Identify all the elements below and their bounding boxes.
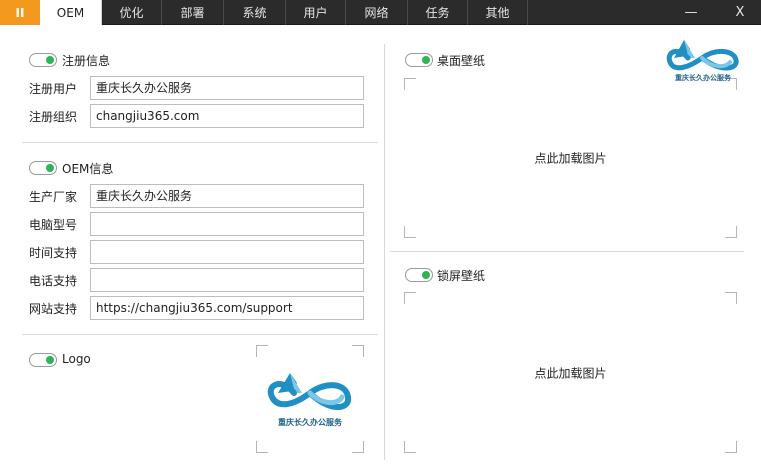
toggle-knob [422, 271, 430, 279]
support-phone-label: 电话支持 [29, 274, 78, 288]
registration-toggle[interactable] [29, 53, 57, 67]
logo-title: Logo [62, 352, 91, 366]
minimize-button[interactable]: — [676, 0, 706, 25]
logo-picker[interactable]: 重庆长久办公服务 [256, 345, 364, 453]
oem-title: OEM信息 [62, 162, 114, 176]
lock-wallpaper-title: 锁屏壁纸 [437, 269, 486, 283]
brand-logo-caption: 重庆长久办公服务 [675, 73, 732, 82]
tab-users[interactable]: 用户 [286, 0, 346, 25]
registered-org-label: 注册组织 [29, 110, 78, 124]
tab-tasks[interactable]: 任务 [408, 0, 468, 25]
toggle-knob [46, 56, 54, 64]
registered-user-field[interactable]: 重庆长久办公服务 [90, 76, 364, 100]
divider [390, 251, 744, 252]
manufacturer-field[interactable]: 重庆长久办公服务 [90, 184, 364, 208]
desktop-wallpaper-toggle[interactable] [405, 53, 433, 67]
registered-org-field[interactable]: changjiu365.com [90, 104, 364, 128]
pause-button[interactable]: II [0, 0, 40, 25]
registration-title: 注册信息 [62, 54, 111, 68]
desktop-wallpaper-placeholder: 点此加载图片 [534, 151, 607, 166]
oem-toggle[interactable] [29, 161, 57, 175]
tab-system[interactable]: 系统 [224, 0, 286, 25]
tab-other[interactable]: 其他 [468, 0, 528, 25]
support-phone-field[interactable] [90, 268, 364, 292]
desktop-wallpaper-title: 桌面壁纸 [437, 54, 486, 68]
divider [22, 334, 378, 335]
model-field[interactable] [90, 212, 364, 236]
lock-wallpaper-toggle[interactable] [405, 268, 433, 282]
toggle-knob [46, 164, 54, 172]
top-bar: II OEM 优化 部署 系统 用户 网络 任务 其他 — X [0, 0, 761, 25]
logo-image: 重庆长久办公服务 [267, 373, 351, 427]
logo-caption: 重庆长久办公服务 [278, 417, 343, 427]
toggle-knob [422, 56, 430, 64]
support-hours-label: 时间支持 [29, 246, 78, 260]
support-url-label: 网站支持 [29, 302, 78, 316]
support-url-field[interactable]: https://changjiu365.com/support [90, 296, 364, 320]
tab-deploy[interactable]: 部署 [162, 0, 224, 25]
logo-toggle[interactable] [29, 353, 57, 367]
registered-user-label: 注册用户 [29, 82, 78, 96]
column-divider [384, 44, 385, 460]
model-label: 电脑型号 [29, 218, 78, 232]
desktop-wallpaper-picker[interactable]: 点此加载图片 [404, 78, 737, 238]
toggle-knob [46, 356, 54, 364]
tab-oem[interactable]: OEM [40, 0, 102, 25]
brand-logo: 重庆长久办公服务 [666, 40, 739, 82]
divider [22, 142, 378, 143]
tab-network[interactable]: 网络 [346, 0, 408, 25]
close-button[interactable]: X [725, 0, 755, 25]
lock-wallpaper-picker[interactable]: 点此加载图片 [404, 292, 737, 453]
lock-wallpaper-placeholder: 点此加载图片 [534, 366, 607, 380]
tab-optimize[interactable]: 优化 [102, 0, 162, 25]
support-hours-field[interactable] [90, 240, 364, 264]
manufacturer-label: 生产厂家 [29, 190, 78, 204]
